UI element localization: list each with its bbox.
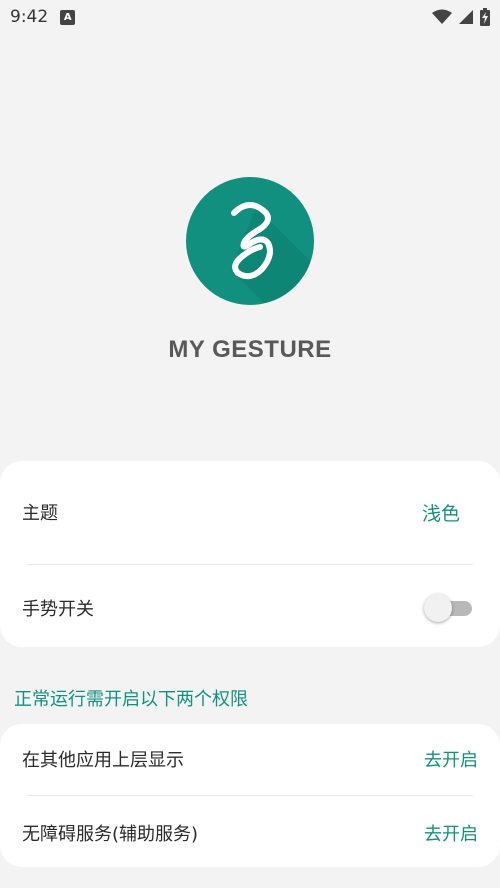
divider [27, 564, 473, 565]
overlay-permission-label: 在其他应用上层显示 [22, 750, 184, 771]
battery-charging-icon [480, 8, 490, 26]
app-title: MY GESTURE [168, 336, 332, 363]
gesture-switch-label: 手势开关 [22, 599, 94, 620]
status-bar: 9:42 A [0, 0, 500, 34]
a-letter-icon: A [60, 9, 76, 25]
permissions-section-title: 正常运行需开启以下两个权限 [14, 689, 248, 710]
gesture-squiggle-icon [231, 202, 314, 305]
screen: 9:42 A MY GESTURE 主题 浅色 手势开关 正常运行需开启以下两个… [0, 0, 500, 888]
gesture-switch-row[interactable]: 手势开关 [0, 583, 500, 633]
status-time: 9:42 [10, 7, 49, 27]
wifi-icon [432, 9, 452, 24]
theme-label: 主题 [22, 503, 58, 524]
app-logo [186, 177, 314, 305]
status-right [432, 8, 490, 26]
permissions-card: 在其他应用上层显示 去开启 无障碍服务(辅助服务) 去开启 [0, 724, 500, 867]
settings-card: 主题 浅色 手势开关 [0, 461, 500, 647]
theme-row[interactable]: 主题 浅色 [0, 487, 500, 537]
overlay-permission-button[interactable]: 去开启 [424, 746, 478, 772]
gesture-toggle[interactable] [424, 593, 474, 623]
accessibility-permission-button[interactable]: 去开启 [424, 820, 478, 846]
divider [27, 795, 473, 796]
signal-icon [459, 10, 473, 24]
status-left: 9:42 A [10, 7, 76, 27]
theme-value[interactable]: 浅色 [422, 499, 460, 526]
toggle-thumb [424, 594, 452, 622]
overlay-permission-row[interactable]: 在其他应用上层显示 去开启 [0, 736, 500, 782]
accessibility-permission-row[interactable]: 无障碍服务(辅助服务) 去开启 [0, 810, 500, 856]
accessibility-permission-label: 无障碍服务(辅助服务) [22, 824, 199, 845]
